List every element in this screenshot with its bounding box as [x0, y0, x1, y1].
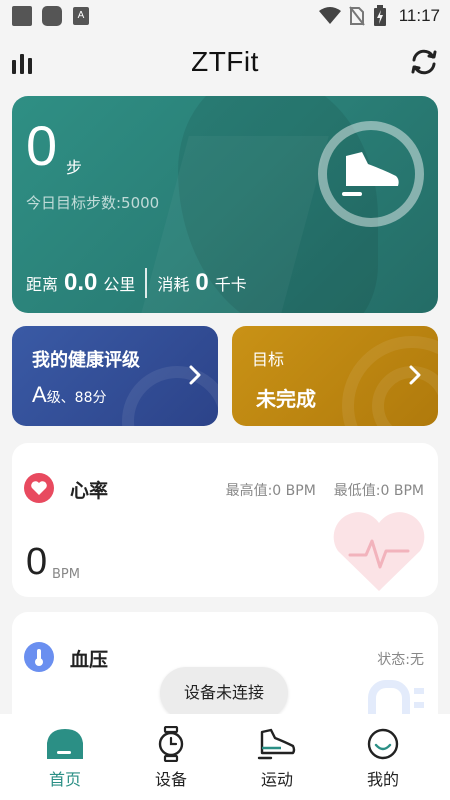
thermometer-icon — [24, 642, 54, 672]
distance-unit: 公里 — [103, 275, 136, 294]
health-grade: A — [32, 382, 47, 407]
status-bar: A 11:17 — [0, 0, 450, 32]
shoe-icon — [342, 152, 399, 196]
heart-rate-unit: BPM — [52, 567, 80, 582]
distance-label: 距离 — [26, 275, 59, 294]
home-icon — [45, 726, 85, 762]
notification-icon — [12, 6, 32, 26]
tab-home[interactable]: 首页 — [10, 722, 120, 794]
tab-label: 我的 — [366, 770, 399, 789]
blood-pressure-status: 状态:无 — [377, 652, 424, 668]
divider — [145, 268, 148, 298]
steps-card[interactable]: 0 步 今日目标步数:5000 距离 0.0 公里 消耗 0 千卡 — [12, 96, 438, 313]
bottom-tab-bar: 首页 设备 运动 我的 — [0, 714, 450, 800]
calorie-label: 消耗 — [157, 275, 190, 294]
steps-count: 0 — [26, 114, 58, 177]
app-title: ZTFit — [191, 46, 259, 77]
health-grade-suffix: 级、88分 — [46, 390, 107, 406]
steps-summary: 距离 0.0 公里 消耗 0 千卡 — [26, 268, 247, 298]
heart-rate-min: 最低值:0 BPM — [333, 483, 424, 499]
background-decoration — [122, 366, 218, 426]
tab-label: 设备 — [154, 770, 187, 789]
health-rating-title: 我的健康评级 — [32, 350, 140, 371]
calorie-value: 0 — [195, 269, 209, 296]
clock: 11:17 — [398, 6, 440, 25]
health-rating-card[interactable]: 我的健康评级 A级、88分 — [12, 326, 218, 426]
heart-icon — [24, 473, 54, 503]
chevron-right-icon — [189, 365, 201, 385]
notification-icon — [42, 6, 62, 26]
wifi-icon — [318, 7, 341, 24]
steps-goal: 今日目标步数:5000 — [26, 194, 160, 212]
sync-icon[interactable] — [408, 46, 440, 78]
blood-pressure-title: 血压 — [70, 649, 109, 671]
goal-card[interactable]: 目标 未完成 — [232, 326, 438, 426]
goal-status: 未完成 — [256, 387, 316, 411]
tab-device[interactable]: 设备 — [116, 722, 226, 794]
tab-profile[interactable]: 我的 — [328, 722, 438, 794]
no-sim-icon — [348, 6, 365, 26]
keyboard-icon: A — [73, 7, 89, 25]
heart-rate-card[interactable]: 心率 最高值:0 BPM 最低值:0 BPM 0 BPM — [12, 443, 438, 597]
heart-rate-title: 心率 — [70, 480, 109, 502]
profile-icon — [363, 726, 403, 762]
chevron-right-icon — [409, 365, 421, 385]
battery-charging-icon — [373, 5, 386, 26]
app-header: ZTFit — [0, 32, 450, 96]
heart-rate-value: 0 — [26, 541, 48, 583]
health-rating-value: A级、88分 — [32, 382, 107, 408]
steps-ring — [318, 121, 424, 227]
goal-title: 目标 — [252, 350, 285, 369]
distance-value: 0.0 — [64, 269, 98, 296]
tab-label: 运动 — [260, 770, 293, 789]
heart-rate-range: 最高值:0 BPM 最低值:0 BPM — [226, 480, 424, 500]
steps-unit: 步 — [66, 158, 83, 177]
calorie-unit: 千卡 — [214, 275, 247, 294]
tab-sport[interactable]: 运动 — [222, 722, 332, 794]
toast-message: 设备未连接 — [160, 667, 288, 719]
heart-rate-max: 最高值:0 BPM — [225, 483, 316, 499]
heart-pulse-icon — [333, 512, 425, 591]
tab-label: 首页 — [48, 770, 81, 789]
shoe-icon — [257, 726, 297, 762]
watch-icon — [151, 726, 191, 762]
